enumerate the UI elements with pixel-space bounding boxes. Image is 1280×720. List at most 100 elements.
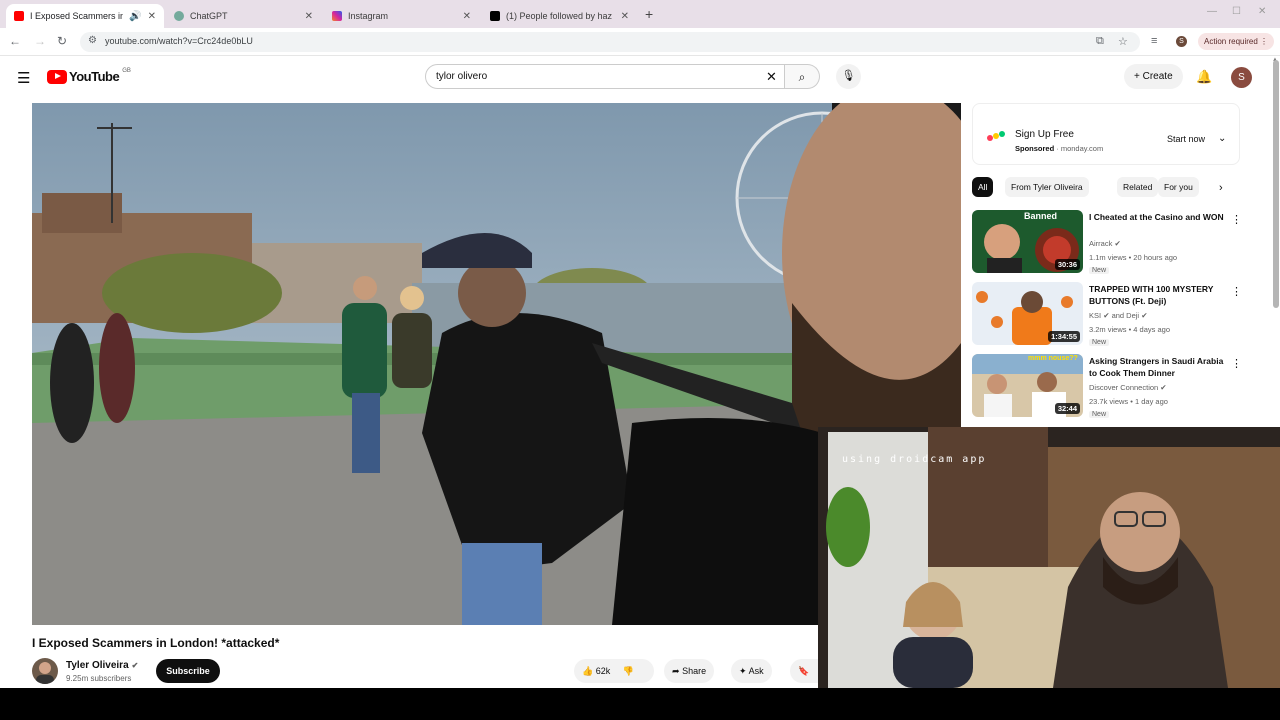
close-tab-icon[interactable]: ✕ bbox=[621, 11, 629, 22]
more-vert-icon[interactable]: ⋮ bbox=[1231, 357, 1242, 370]
instagram-favicon-icon bbox=[332, 11, 342, 21]
black-letterbox-bar bbox=[0, 688, 1280, 720]
youtube-logo[interactable]: YouTube GB bbox=[47, 68, 131, 84]
ad-start-now-button[interactable]: Start now bbox=[1167, 134, 1205, 144]
webcam-overlay: using droidcam app bbox=[818, 427, 1280, 688]
address-bar-row: ← → ↻ ⚙ youtube.com/watch?v=Crc24de0bLU … bbox=[0, 28, 1280, 56]
verified-check-icon: ✔ bbox=[1103, 311, 1110, 320]
voice-search-mic-icon[interactable]: 🎙 bbox=[836, 64, 861, 89]
browser-profile-avatar[interactable]: S bbox=[1176, 36, 1187, 47]
channel-name[interactable]: Tyler Oliveira ✔ bbox=[66, 660, 138, 671]
youtube-header: ☰ YouTube GB tylor olivero ✕ ⌕ 🎙 + Creat… bbox=[0, 57, 1280, 97]
like-thumb-icon[interactable]: 👍 bbox=[582, 666, 593, 676]
chip-from-channel[interactable]: From Tyler Oliveira bbox=[1005, 177, 1089, 197]
more-vert-icon[interactable]: ⋮ bbox=[1231, 285, 1242, 298]
action-required-button[interactable]: Action required ⋮ bbox=[1198, 33, 1275, 50]
share-arrow-icon: ➦ bbox=[672, 666, 680, 676]
close-tab-icon[interactable]: ✕ bbox=[148, 11, 156, 22]
chevron-down-icon[interactable]: ⌄ bbox=[1218, 133, 1226, 144]
install-app-icon[interactable]: ⧉ bbox=[1096, 35, 1104, 48]
search-input[interactable]: tylor olivero ✕ bbox=[425, 64, 785, 89]
video-thumbnail[interactable]: 1:34:55 bbox=[972, 282, 1083, 345]
create-button[interactable]: + Create bbox=[1124, 64, 1183, 89]
search-query-text[interactable]: tylor olivero bbox=[436, 71, 487, 82]
tab-title: I Exposed Scammers in Lon bbox=[30, 11, 124, 21]
related-channel-name[interactable]: Discover Connection bbox=[1089, 383, 1158, 392]
page-scrollbar[interactable] bbox=[1273, 60, 1279, 308]
tab-strip: I Exposed Scammers in Lon 🔊 ✕ ChatGPT ✕ … bbox=[0, 0, 1280, 28]
video-thumbnail[interactable]: mmm nouse?? 32:44 bbox=[972, 354, 1083, 417]
channel-avatar[interactable] bbox=[32, 658, 58, 684]
like-count[interactable]: 62k bbox=[596, 666, 611, 676]
close-tab-icon[interactable]: ✕ bbox=[463, 11, 471, 22]
like-dislike-group: 👍 62k 👎 bbox=[574, 659, 654, 683]
related-channel-name[interactable]: KSI bbox=[1089, 311, 1101, 320]
reload-icon[interactable]: ↻ bbox=[57, 34, 67, 48]
related-video-meta: 1.1m views • 20 hours ago bbox=[1089, 253, 1178, 262]
tab-x[interactable]: (1) People followed by haz ✕ bbox=[482, 4, 637, 28]
channel-name-text[interactable]: Tyler Oliveira bbox=[66, 660, 129, 671]
address-bar[interactable]: ⚙ youtube.com/watch?v=Crc24de0bLU bbox=[80, 32, 1140, 52]
new-tab-plus-icon[interactable]: + bbox=[645, 6, 653, 22]
subscribe-button[interactable]: Subscribe bbox=[156, 659, 220, 683]
thumbnail-caption: Banned bbox=[1024, 211, 1058, 221]
related-video-item[interactable]: mmm nouse?? 32:44 Asking Strangers in Sa… bbox=[972, 354, 1242, 418]
ask-button[interactable]: ✦ Ask bbox=[731, 659, 772, 683]
tab-youtube[interactable]: I Exposed Scammers in Lon 🔊 ✕ bbox=[6, 4, 164, 28]
sponsored-ad-card[interactable]: Sign Up Free Sponsored · monday.com Star… bbox=[972, 103, 1240, 165]
chip-for-you[interactable]: For you bbox=[1158, 177, 1199, 197]
url-text[interactable]: youtube.com/watch?v=Crc24de0bLU bbox=[105, 36, 253, 46]
chip-all[interactable]: All bbox=[972, 177, 994, 197]
related-video-title[interactable]: Asking Strangers in Saudi Arabia to Cook… bbox=[1089, 355, 1229, 379]
tab-title: ChatGPT bbox=[190, 11, 228, 21]
media-controls-icon[interactable]: ≡ bbox=[1151, 35, 1157, 47]
new-badge: New bbox=[1089, 339, 1110, 346]
forward-arrow-icon[interactable]: → bbox=[34, 34, 46, 48]
related-channel-name[interactable]: Airrack bbox=[1089, 239, 1112, 248]
close-window-icon[interactable]: ✕ bbox=[1258, 6, 1266, 17]
sponsored-label: Sponsored bbox=[1015, 144, 1055, 153]
maximize-icon[interactable]: ☐ bbox=[1232, 6, 1241, 17]
back-arrow-icon[interactable]: ← bbox=[9, 34, 21, 48]
search-icon: ⌕ bbox=[798, 70, 806, 84]
related-channel[interactable]: Airrack ✔ bbox=[1089, 239, 1121, 248]
create-label: Create bbox=[1142, 71, 1173, 82]
clear-search-icon[interactable]: ✕ bbox=[766, 69, 777, 85]
video-duration: 32:44 bbox=[1054, 403, 1080, 414]
action-required-label: Action required bbox=[1204, 37, 1258, 46]
bookmark-icon: 🔖 bbox=[798, 666, 810, 676]
ad-headline[interactable]: Sign Up Free bbox=[1015, 129, 1074, 140]
notifications-bell-icon[interactable]: 🔔 bbox=[1196, 69, 1212, 85]
account-avatar[interactable]: S bbox=[1231, 67, 1252, 88]
related-video-item[interactable]: Banned 30:36 I Cheated at the Casino and… bbox=[972, 210, 1242, 274]
close-tab-icon[interactable]: ✕ bbox=[305, 11, 313, 22]
related-channel[interactable]: Discover Connection ✔ bbox=[1089, 383, 1167, 392]
new-badge: New bbox=[1089, 267, 1110, 274]
menu-hamburger-icon[interactable]: ☰ bbox=[17, 69, 30, 87]
new-badge: New bbox=[1089, 411, 1110, 418]
dislike-thumb-icon[interactable]: 👎 bbox=[623, 666, 634, 676]
ask-label: Ask bbox=[748, 666, 764, 676]
share-button[interactable]: ➦ Share bbox=[664, 659, 715, 683]
tab-instagram[interactable]: Instagram ✕ bbox=[324, 4, 479, 28]
related-channel-extra[interactable]: and Deji bbox=[1112, 311, 1140, 320]
related-video-title[interactable]: I Cheated at the Casino and WON bbox=[1089, 211, 1229, 223]
more-vert-icon[interactable]: ⋮ bbox=[1231, 213, 1242, 226]
chip-related[interactable]: Related bbox=[1117, 177, 1159, 197]
webcam-caption: using droidcam app bbox=[842, 454, 987, 465]
site-info-icon[interactable]: ⚙ bbox=[88, 35, 97, 46]
speaker-icon[interactable]: 🔊 bbox=[129, 11, 141, 22]
chevron-right-icon[interactable]: › bbox=[1219, 182, 1223, 194]
search-button[interactable]: ⌕ bbox=[785, 64, 820, 89]
tab-chatgpt[interactable]: ChatGPT ✕ bbox=[166, 4, 321, 28]
share-label: Share bbox=[682, 666, 707, 676]
related-video-item[interactable]: 1:34:55 TRAPPED WITH 100 MYSTERY BUTTONS… bbox=[972, 282, 1242, 346]
bookmark-star-icon[interactable]: ☆ bbox=[1118, 35, 1128, 48]
related-video-title[interactable]: TRAPPED WITH 100 MYSTERY BUTTONS (Ft. De… bbox=[1089, 283, 1229, 307]
youtube-play-icon bbox=[47, 69, 67, 84]
related-channel[interactable]: KSI ✔ and Deji ✔ bbox=[1089, 311, 1148, 320]
webcam-feed bbox=[818, 427, 1280, 688]
monday-logo-icon bbox=[987, 131, 1005, 141]
video-thumbnail[interactable]: Banned 30:36 bbox=[972, 210, 1083, 273]
minimize-icon[interactable]: — bbox=[1207, 6, 1217, 17]
